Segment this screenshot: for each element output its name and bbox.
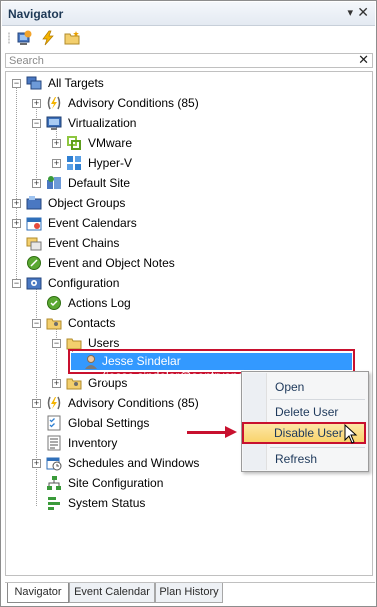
expand-toggle[interactable]: +	[52, 379, 61, 388]
toolbar-grip	[8, 32, 10, 44]
tree-label: Advisory Conditions (85)	[68, 96, 199, 110]
panel-title: Navigator	[8, 7, 64, 21]
inventory-icon	[47, 435, 61, 451]
notes-icon	[27, 256, 41, 270]
user-icon	[85, 355, 97, 369]
tree-node-virtualization[interactable]: − Virtualization	[6, 114, 366, 132]
tree-label: Event Chains	[48, 236, 120, 250]
expand-toggle[interactable]: +	[52, 139, 61, 148]
tree-label: Inventory	[68, 436, 118, 450]
tab-navigator[interactable]: Navigator	[7, 583, 69, 603]
monitor-icon	[46, 116, 62, 130]
tree-label: Object Groups	[48, 196, 126, 210]
menu-item-delete-user[interactable]: Delete User	[275, 405, 338, 419]
tree-label: Global Settings	[68, 416, 150, 430]
folder-star-icon[interactable]	[64, 30, 80, 46]
collapse-toggle[interactable]: −	[12, 79, 21, 88]
actions-log-icon	[47, 296, 61, 310]
schedule-icon	[46, 457, 62, 471]
clear-search-icon[interactable]: ✕	[358, 52, 369, 68]
tree-label: All Targets	[48, 76, 104, 90]
pin-dropdown-icon[interactable]: ▾	[347, 6, 353, 19]
calendar-icon	[26, 217, 42, 231]
tree-node-event-notes[interactable]: Event and Object Notes	[6, 254, 366, 272]
tree-node-configuration[interactable]: − Configuration	[6, 274, 366, 292]
mouse-cursor-icon	[344, 424, 358, 444]
object-groups-icon	[26, 196, 42, 210]
panel-toolbar	[2, 27, 375, 49]
tab-plan-history[interactable]: Plan History	[155, 583, 223, 603]
tree-label: System Status	[68, 496, 146, 510]
tree-label: Hyper-V	[88, 156, 133, 170]
collapse-toggle[interactable]: −	[12, 279, 21, 288]
hyperv-icon	[67, 156, 81, 170]
menu-separator	[270, 447, 365, 448]
tree-label: Schedules and Windows	[68, 456, 200, 470]
tree-label: Default Site	[68, 176, 131, 190]
vmware-icon	[67, 136, 81, 150]
tree-label: Configuration	[48, 276, 120, 290]
tree-node-default-site[interactable]: + Default Site	[6, 174, 366, 192]
system-status-icon	[48, 497, 60, 510]
event-chains-icon	[26, 237, 42, 251]
tree-node-all-targets[interactable]: − All Targets	[6, 74, 366, 92]
tree-node-advisory-conditions[interactable]: + Advisory Conditions (85)	[6, 94, 366, 112]
advisory-conditions-icon	[47, 96, 61, 110]
tree-node-event-calendars[interactable]: + Event Calendars	[6, 214, 366, 232]
collapse-toggle[interactable]: −	[32, 319, 41, 328]
tree-node-contacts[interactable]: − Contacts	[6, 314, 366, 332]
tab-event-calendar[interactable]: Event Calendar	[69, 583, 155, 603]
add-target-icon[interactable]	[16, 30, 32, 46]
advisory-conditions-icon	[47, 396, 61, 410]
expand-toggle[interactable]: +	[32, 459, 41, 468]
tree-node-selected-user[interactable]: Jesse Sindelar (jesse.sindelar@sentryone…	[71, 353, 352, 383]
panel-titlebar: Navigator ▾ ✕	[2, 2, 375, 26]
tree-label: Event Calendars	[48, 216, 137, 230]
menu-item-refresh[interactable]: Refresh	[275, 452, 317, 466]
bottom-tab-strip: Navigator Event Calendar Plan History	[5, 582, 375, 604]
navigator-tree: − All Targets + Advisory Conditions (85)…	[5, 71, 373, 576]
close-panel-button[interactable]: ✕	[357, 4, 369, 21]
annotation-arrowhead	[225, 426, 237, 438]
site-configuration-icon	[47, 476, 61, 490]
tree-node-system-status[interactable]: System Status	[6, 494, 366, 512]
checklist-icon	[47, 415, 61, 431]
navigator-panel: Navigator ▾ ✕ ✕ −	[0, 0, 377, 607]
search-input[interactable]	[6, 54, 346, 67]
expand-toggle[interactable]: +	[32, 399, 41, 408]
expand-toggle[interactable]: +	[12, 219, 21, 228]
menu-item-disable-user-label: Disable User	[274, 426, 343, 440]
tree-label: Contacts	[68, 316, 116, 330]
collapse-toggle[interactable]: −	[52, 339, 61, 348]
tree-node-hyperv[interactable]: + Hyper-V	[6, 154, 366, 172]
site-icon	[47, 176, 61, 189]
expand-toggle[interactable]: +	[32, 99, 41, 108]
tree-node-object-groups[interactable]: + Object Groups	[6, 194, 366, 212]
all-targets-icon	[26, 76, 42, 90]
menu-separator	[270, 399, 365, 400]
tree-node-event-chains[interactable]: Event Chains	[6, 234, 366, 252]
expand-toggle[interactable]: +	[32, 179, 41, 188]
configuration-icon	[26, 277, 42, 290]
tree-label: VMware	[88, 136, 133, 150]
tree-label: Site Configuration	[68, 476, 164, 490]
tree-label: Actions Log	[68, 296, 131, 310]
expand-toggle[interactable]: +	[12, 199, 21, 208]
contacts-folder-icon	[46, 318, 62, 330]
expand-toggle[interactable]: +	[52, 159, 61, 168]
tree-node-vmware[interactable]: + VMware	[6, 134, 366, 152]
tree-label: Virtualization	[68, 116, 137, 130]
tree-node-actions-log[interactable]: Actions Log	[6, 294, 366, 312]
collapse-toggle[interactable]: −	[32, 119, 41, 128]
search-box: ✕	[5, 52, 373, 68]
groups-folder-icon	[66, 378, 82, 390]
menu-item-open[interactable]: Open	[275, 380, 304, 394]
tree-node-site-configuration[interactable]: Site Configuration	[6, 474, 366, 492]
annotation-arrow	[187, 431, 227, 434]
lightning-icon[interactable]	[40, 30, 56, 46]
tree-label: Event and Object Notes	[48, 256, 175, 270]
tree-label: Advisory Conditions (85)	[68, 396, 199, 410]
